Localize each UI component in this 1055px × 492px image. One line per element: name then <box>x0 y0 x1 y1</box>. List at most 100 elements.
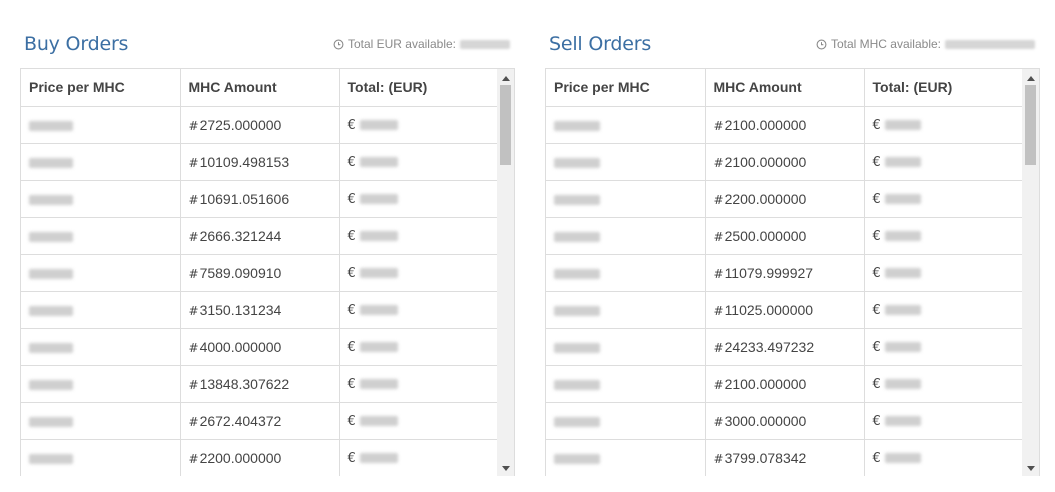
price-cell <box>546 217 706 255</box>
price-cell <box>21 439 181 476</box>
price-value-redacted <box>554 453 600 464</box>
total-value-redacted <box>359 157 398 168</box>
buy-orders-table-container[interactable]: Price per MHC MHC Amount Total: (EUR) #2… <box>20 68 515 476</box>
amount-cell: #2100.000000 <box>705 143 865 181</box>
table-row[interactable]: #13848.307622 € <box>21 365 499 403</box>
table-row[interactable]: #3799.078342 € <box>546 439 1024 476</box>
table-row[interactable]: #2672.404372 € <box>21 402 499 440</box>
amount-cell: #2500.000000 <box>705 217 865 255</box>
amount-value: 2500.000000 <box>724 227 807 244</box>
scroll-thumb[interactable] <box>500 85 511 165</box>
table-row[interactable]: #2725.000000 € <box>21 106 499 144</box>
price-cell <box>21 254 181 292</box>
total-value-redacted <box>884 194 921 205</box>
euro-symbol: € <box>347 192 356 207</box>
mhc-symbol: # <box>188 303 199 318</box>
mhc-symbol: # <box>188 414 199 429</box>
amount-cell: #2672.404372 <box>180 402 340 440</box>
amount-value: 2100.000000 <box>724 116 807 133</box>
table-row[interactable]: #11079.999927 € <box>546 254 1024 292</box>
price-value-redacted <box>554 157 600 168</box>
euro-symbol: € <box>872 451 881 466</box>
mhc-symbol: # <box>713 303 724 318</box>
total-value-redacted <box>884 379 921 390</box>
sell-orders-panel: Sell Orders Total MHC available: Price p… <box>545 28 1040 476</box>
mhc-symbol: # <box>188 451 199 466</box>
scroll-down-arrow-icon[interactable] <box>497 461 514 475</box>
sell-orders-table: Price per MHC MHC Amount Total: (EUR) #2… <box>546 69 1024 476</box>
sell-orders-header: Sell Orders Total MHC available: <box>545 28 1040 68</box>
euro-symbol: € <box>872 340 881 355</box>
total-cell: € <box>339 291 499 329</box>
price-cell <box>21 143 181 181</box>
table-row[interactable]: #4000.000000 € <box>21 328 499 366</box>
total-value-redacted <box>359 416 398 427</box>
mhc-symbol: # <box>188 377 199 392</box>
total-value-redacted <box>884 120 921 131</box>
price-cell <box>21 291 181 329</box>
table-row[interactable]: #2100.000000 € <box>546 106 1024 144</box>
total-value-redacted <box>359 342 398 353</box>
amount-value: 4000.000000 <box>199 338 282 355</box>
amount-value: 2672.404372 <box>199 412 282 429</box>
scroll-down-arrow-icon[interactable] <box>1022 461 1039 475</box>
eur-available-value-redacted <box>460 39 510 49</box>
total-cell: € <box>864 254 1024 292</box>
total-value-redacted <box>359 305 398 316</box>
total-cell: € <box>339 180 499 218</box>
table-row[interactable]: #3150.131234 € <box>21 291 499 329</box>
total-value-redacted <box>359 268 398 279</box>
euro-symbol: € <box>872 414 881 429</box>
table-row[interactable]: #2100.000000 € <box>546 143 1024 181</box>
table-row[interactable]: #2500.000000 € <box>546 217 1024 255</box>
price-cell <box>546 106 706 144</box>
amount-cell: #2200.000000 <box>180 439 340 476</box>
column-header-amount: MHC Amount <box>705 69 865 107</box>
table-row[interactable]: #10109.498153 € <box>21 143 499 181</box>
price-cell <box>21 328 181 366</box>
mhc-symbol: # <box>713 414 724 429</box>
amount-cell: #11025.000000 <box>705 291 865 329</box>
total-cell: € <box>864 291 1024 329</box>
table-row[interactable]: #3000.000000 € <box>546 402 1024 440</box>
table-row[interactable]: #7589.090910 € <box>21 254 499 292</box>
euro-symbol: € <box>347 340 356 355</box>
total-cell: € <box>864 217 1024 255</box>
mhc-symbol: # <box>188 266 199 281</box>
scroll-thumb[interactable] <box>1025 85 1036 165</box>
price-value-redacted <box>554 305 600 316</box>
sell-orders-table-container[interactable]: Price per MHC MHC Amount Total: (EUR) #2… <box>545 68 1040 476</box>
amount-cell: #10109.498153 <box>180 143 340 181</box>
amount-value: 13848.307622 <box>199 375 290 392</box>
table-row[interactable]: #24233.497232 € <box>546 328 1024 366</box>
price-cell <box>21 106 181 144</box>
price-cell <box>546 143 706 181</box>
buy-table-scrollbar[interactable] <box>497 69 514 476</box>
mhc-symbol: # <box>713 192 724 207</box>
amount-cell: #3000.000000 <box>705 402 865 440</box>
sell-table-scrollbar[interactable] <box>1022 69 1039 476</box>
table-row[interactable]: #2200.000000 € <box>546 180 1024 218</box>
price-value-redacted <box>554 416 600 427</box>
amount-cell: #2666.321244 <box>180 217 340 255</box>
table-row[interactable]: #2100.000000 € <box>546 365 1024 403</box>
amount-value: 2725.000000 <box>199 116 282 133</box>
sell-orders-title: Sell Orders <box>549 33 652 55</box>
euro-symbol: € <box>872 303 881 318</box>
total-value-redacted <box>359 379 398 390</box>
amount-cell: #11079.999927 <box>705 254 865 292</box>
price-value-redacted <box>554 120 600 131</box>
table-row[interactable]: #2666.321244 € <box>21 217 499 255</box>
table-row[interactable]: #2200.000000 € <box>21 439 499 476</box>
price-value-redacted <box>554 194 600 205</box>
price-cell <box>546 439 706 476</box>
column-header-price: Price per MHC <box>21 69 181 107</box>
amount-value: 3150.131234 <box>199 301 282 318</box>
total-cell: € <box>339 365 499 403</box>
mhc-symbol: # <box>188 340 199 355</box>
scroll-up-arrow-icon[interactable] <box>1022 71 1039 85</box>
table-row[interactable]: #10691.051606 € <box>21 180 499 218</box>
table-row[interactable]: #11025.000000 € <box>546 291 1024 329</box>
mhc-symbol: # <box>188 118 199 133</box>
scroll-up-arrow-icon[interactable] <box>497 71 514 85</box>
